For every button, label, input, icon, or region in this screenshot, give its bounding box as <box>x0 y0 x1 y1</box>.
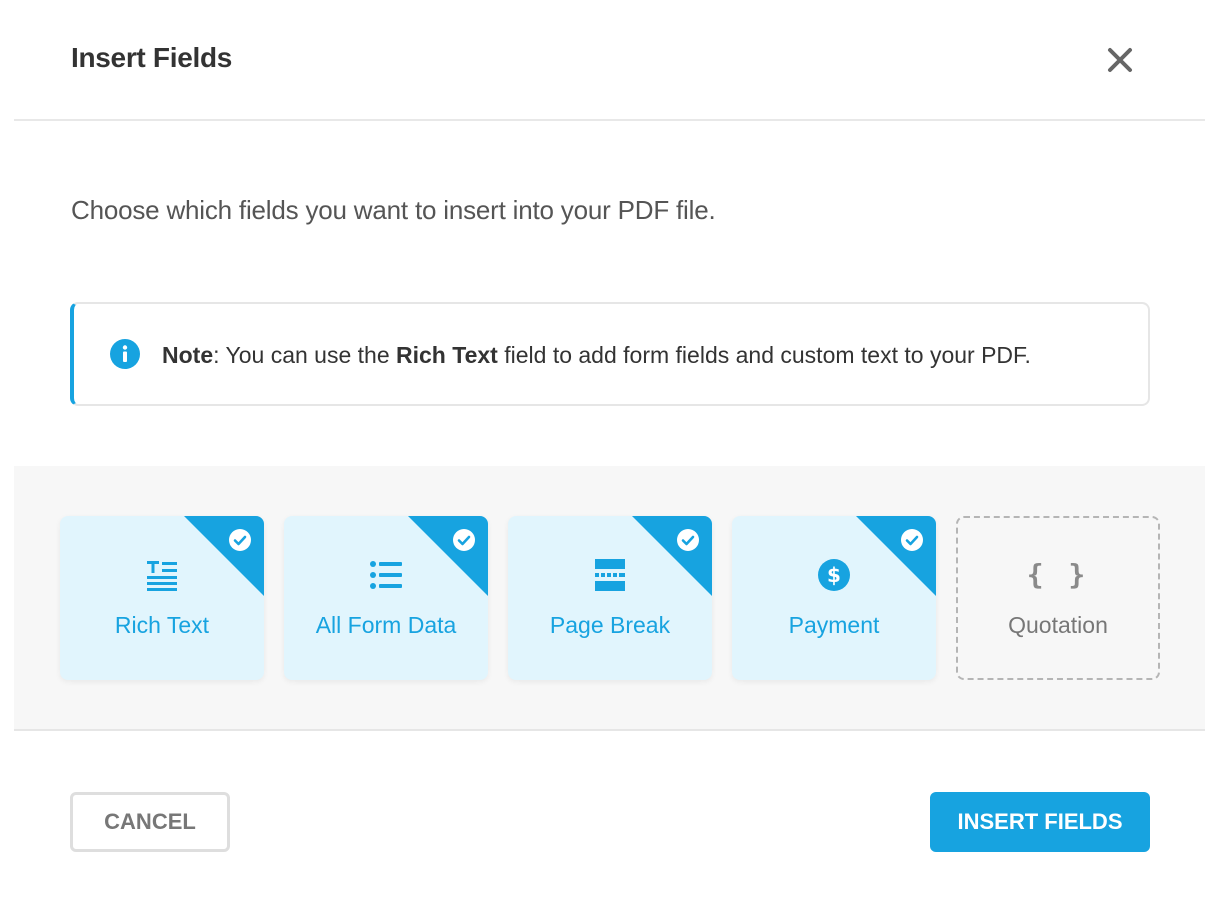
dialog-title: Insert Fields <box>71 42 233 73</box>
close-button[interactable] <box>1106 46 1134 74</box>
field-card-payment[interactable]: $ Payment <box>732 516 936 680</box>
field-card-rich-text[interactable]: Rich Text <box>60 516 264 680</box>
field-label: Rich Text <box>114 612 210 638</box>
info-icon <box>110 339 140 369</box>
field-card-quotation[interactable]: { } Quotation <box>956 516 1160 680</box>
rich-text-icon <box>147 561 177 591</box>
note-highlight: Rich Text <box>396 342 498 368</box>
insert-fields-dialog: Insert Fields Choose which fields you wa… <box>0 0 1220 906</box>
list-icon <box>370 561 402 589</box>
check-icon <box>677 529 699 551</box>
check-icon <box>229 529 251 551</box>
field-label: Payment <box>788 612 880 638</box>
page-break-icon <box>595 559 625 591</box>
field-label: Quotation <box>1008 612 1108 638</box>
svg-text:$: $ <box>827 563 841 587</box>
dialog-header: Insert Fields <box>14 0 1205 121</box>
field-card-all-form-data[interactable]: All Form Data <box>284 516 488 680</box>
note-text-before: : You can use the <box>213 342 397 368</box>
note-label: Note <box>162 342 214 368</box>
field-label: Page Break <box>549 612 671 638</box>
note-box: Note: You can use the Rich Text field to… <box>70 302 1150 406</box>
dollar-icon: $ <box>818 559 850 591</box>
curly-braces-icon: { } <box>1026 558 1090 591</box>
note-text: Note: You can use the Rich Text field to… <box>162 342 1031 369</box>
check-icon <box>901 529 923 551</box>
insert-fields-button[interactable]: INSERT FIELDS <box>930 792 1150 852</box>
check-icon <box>453 529 475 551</box>
note-text-after: field to add form fields and custom text… <box>497 342 1031 368</box>
fields-grid: Rich Text All Form Data Page Break $ Pay… <box>14 466 1205 731</box>
field-card-page-break[interactable]: Page Break <box>508 516 712 680</box>
selected-corner <box>856 516 936 596</box>
cancel-button[interactable]: CANCEL <box>70 792 230 852</box>
intro-text: Choose which fields you want to insert i… <box>71 195 716 225</box>
selected-corner <box>408 516 488 596</box>
selected-corner <box>184 516 264 596</box>
selected-corner <box>632 516 712 596</box>
field-label: All Form Data <box>315 612 457 638</box>
close-icon <box>1108 48 1132 72</box>
